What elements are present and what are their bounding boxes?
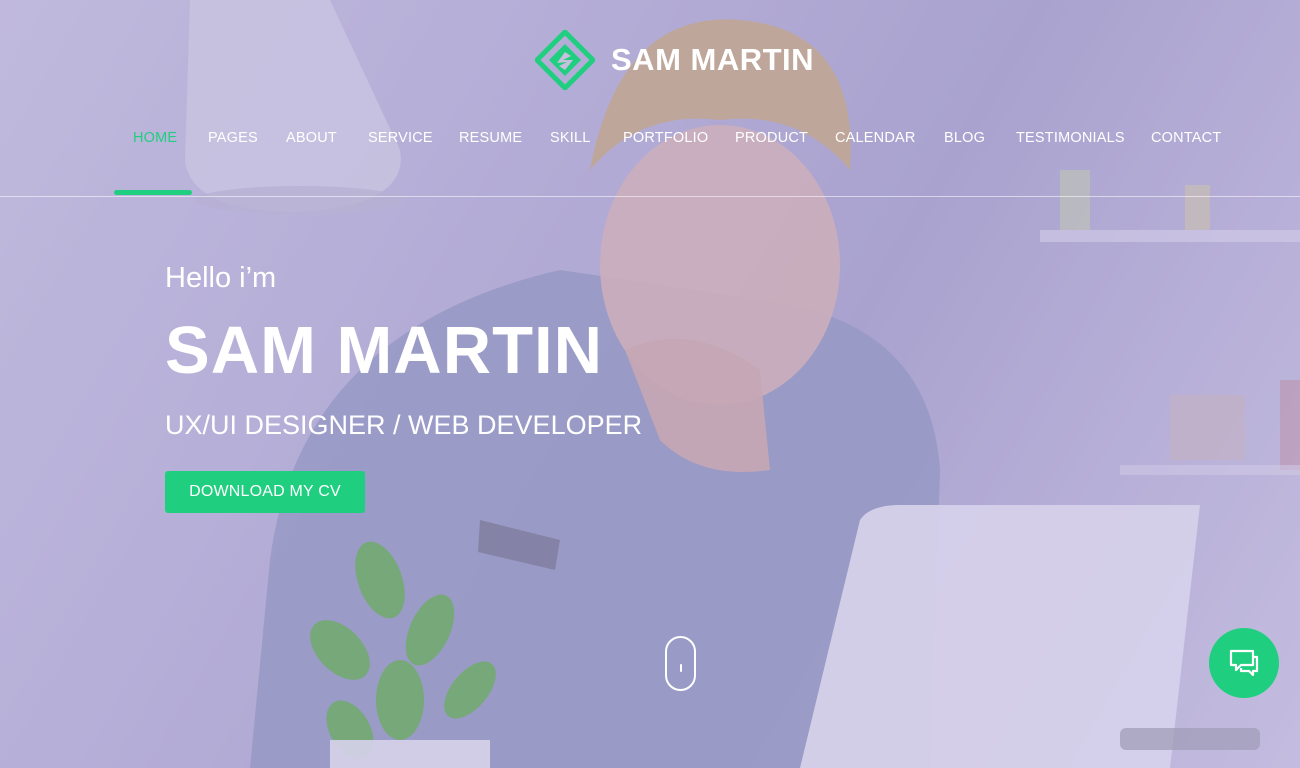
site-logo[interactable]: SAM MARTIN [535, 30, 814, 90]
diamond-logo-icon [535, 30, 595, 90]
chat-button[interactable] [1209, 628, 1279, 698]
nav-item-portfolio[interactable]: PORTFOLIO [623, 130, 708, 146]
nav-item-pages[interactable]: PAGES [208, 130, 258, 146]
nav-item-resume[interactable]: RESUME [459, 130, 522, 146]
nav-item-contact[interactable]: CONTACT [1151, 130, 1221, 146]
nav-item-blog[interactable]: BLOG [944, 130, 985, 146]
hero-role: UX/UI DESIGNER / WEB DEVELOPER [165, 410, 643, 440]
hero-name: SAM MARTIN [165, 313, 604, 388]
nav-item-home[interactable]: HOME [133, 130, 177, 146]
hero-greeting: Hello i’m [165, 262, 277, 294]
nav-item-skill[interactable]: SKILL [550, 130, 591, 146]
site-title: SAM MARTIN [611, 42, 815, 77]
nav-item-testimonials[interactable]: TESTIMONIALS [1016, 130, 1125, 146]
download-cv-button[interactable]: DOWNLOAD MY CV [165, 471, 365, 513]
mouse-scroll-icon[interactable] [665, 636, 696, 691]
header-divider [0, 196, 1300, 197]
nav-item-about[interactable]: ABOUT [286, 130, 337, 146]
main-navigation: HOME PAGES ABOUT SERVICE RESUME SKILL PO… [0, 130, 1300, 152]
chat-bubbles-icon [1229, 649, 1259, 677]
nav-item-calendar[interactable]: CALENDAR [835, 130, 916, 146]
active-nav-indicator [114, 190, 192, 195]
nav-item-product[interactable]: PRODUCT [735, 130, 808, 146]
mouse-wheel [680, 664, 682, 672]
nav-item-service[interactable]: SERVICE [368, 130, 433, 146]
